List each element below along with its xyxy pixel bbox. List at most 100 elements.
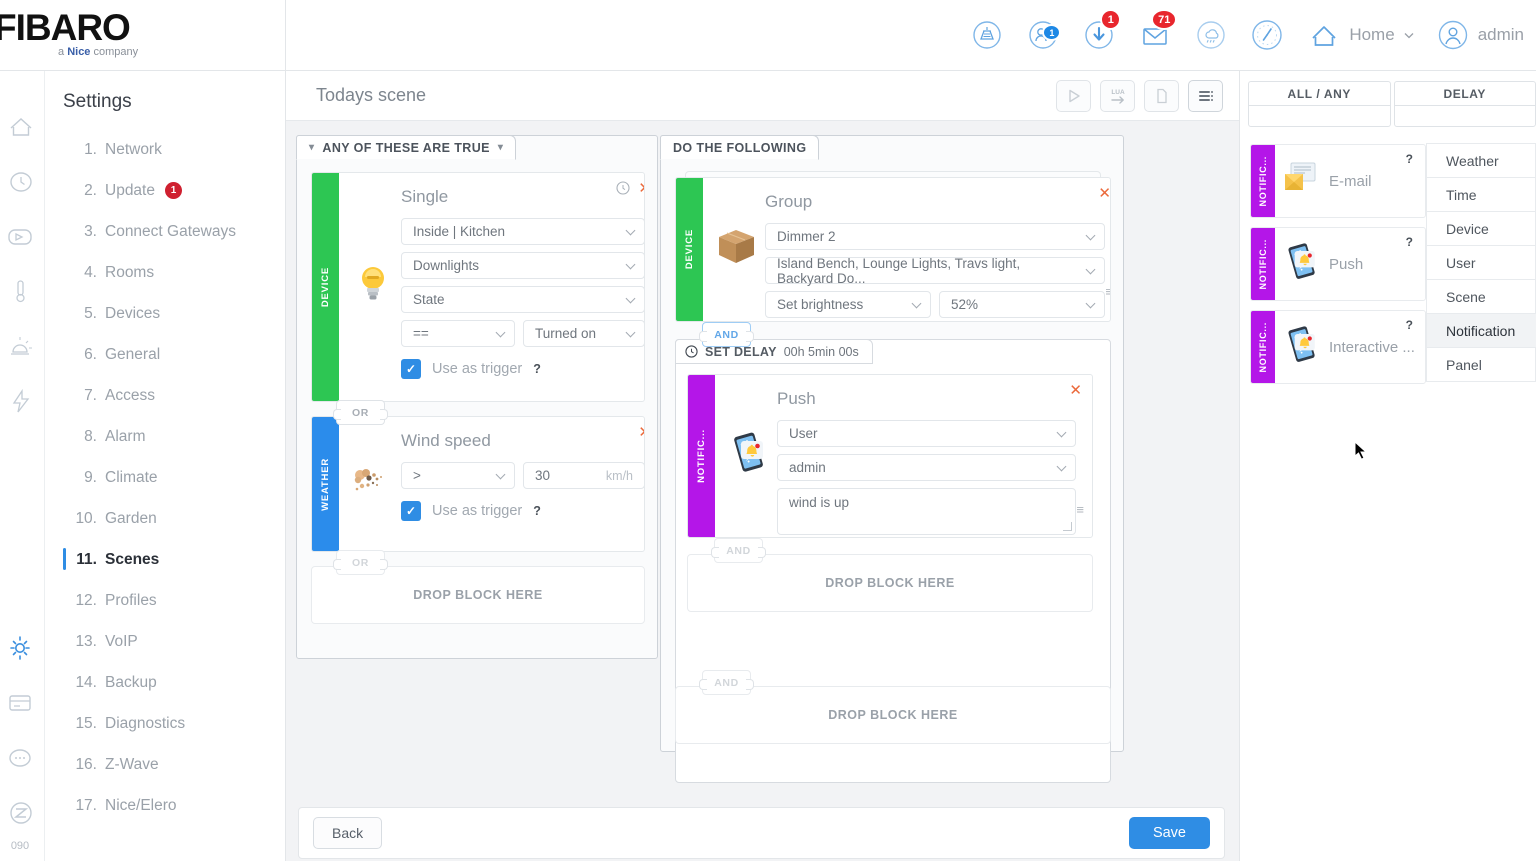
- download-badge: 1: [1100, 9, 1122, 30]
- lua-convert-button[interactable]: LUA: [1100, 79, 1135, 112]
- help-icon[interactable]: ?: [1406, 152, 1413, 166]
- sidebar-item-update[interactable]: 2. Update 1: [45, 170, 285, 211]
- siren-icon[interactable]: [5, 319, 39, 374]
- alarm-siren-icon[interactable]: [959, 12, 1015, 58]
- connector-and-1[interactable]: AND: [699, 322, 754, 347]
- property-select[interactable]: State: [401, 286, 644, 313]
- group-devices-select[interactable]: Island Bench, Lounge Lights, Travs light…: [765, 256, 1105, 286]
- palette-interactive[interactable]: NOTIFIC... Interactive ...?: [1250, 310, 1426, 384]
- menu-item-number: 17.: [75, 796, 97, 814]
- tab-delay[interactable]: DELAY: [1393, 81, 1536, 127]
- menu-item-label: Alarm: [105, 427, 146, 445]
- category-user[interactable]: User: [1426, 245, 1536, 280]
- close-icon[interactable]: ✕: [1098, 186, 1110, 201]
- category-panel[interactable]: Panel: [1426, 347, 1536, 382]
- sidebar-item-network[interactable]: 1. Network: [45, 129, 285, 170]
- wind-operator-select[interactable]: >: [401, 462, 515, 489]
- sidebar-item-general[interactable]: 6. General: [45, 334, 285, 375]
- sidebar-item-alarm[interactable]: 8. Alarm: [45, 416, 285, 457]
- category-device[interactable]: Device: [1426, 211, 1536, 246]
- user-menu[interactable]: admin: [1437, 19, 1524, 51]
- panel-icon[interactable]: [5, 675, 39, 730]
- close-icon[interactable]: ✕: [638, 181, 644, 196]
- category-scene[interactable]: Scene: [1426, 279, 1536, 314]
- sidebar-item-z-wave[interactable]: 16. Z-Wave: [45, 744, 285, 785]
- back-button[interactable]: Back: [313, 817, 383, 849]
- sidebar-item-diagnostics[interactable]: 15. Diagnostics: [45, 703, 285, 744]
- sidebar-item-access[interactable]: 7. Access: [45, 375, 285, 416]
- zwave-icon[interactable]: [5, 785, 39, 840]
- users-icon[interactable]: 1: [1015, 12, 1071, 58]
- use-as-trigger-checkbox[interactable]: ✓: [401, 501, 421, 521]
- home-selector[interactable]: Home: [1307, 20, 1414, 50]
- energy-icon[interactable]: [5, 374, 39, 429]
- menu-item-label: Access: [105, 386, 155, 404]
- sidebar-item-connect-gateways[interactable]: 3. Connect Gateways: [45, 211, 285, 252]
- close-icon[interactable]: ✕: [1069, 383, 1082, 398]
- climate-icon[interactable]: [1183, 12, 1239, 58]
- help-icon[interactable]: ?: [533, 504, 541, 518]
- push-message-input[interactable]: wind is up: [777, 488, 1076, 535]
- run-scene-button[interactable]: [1056, 79, 1091, 112]
- close-icon[interactable]: ✕: [638, 425, 644, 440]
- operand-select[interactable]: Turned on: [523, 320, 644, 347]
- sidebar-item-climate[interactable]: 9. Climate: [45, 457, 285, 498]
- drag-handle-icon[interactable]: ≡: [1076, 502, 1084, 517]
- operand-value: Turned on: [535, 326, 597, 341]
- drag-handle-icon[interactable]: ≡: [1105, 284, 1110, 299]
- help-icon[interactable]: ?: [1406, 235, 1413, 249]
- save-button[interactable]: Save: [1128, 817, 1210, 849]
- connector-or-1[interactable]: OR: [333, 400, 388, 425]
- sidebar-item-voip[interactable]: 13. VoIP: [45, 621, 285, 662]
- device-select[interactable]: Downlights: [401, 252, 644, 279]
- clock-icon: [685, 345, 698, 358]
- sidebar-item-backup[interactable]: 14. Backup: [45, 662, 285, 703]
- brand-logo[interactable]: FIBARO a Nice company: [0, 0, 286, 71]
- push-target-type-select[interactable]: User: [777, 420, 1076, 447]
- connector-or-2[interactable]: OR: [333, 550, 388, 575]
- fibaro-scene-editor: FIBARO a Nice company 1 1 71 Home admin …: [0, 0, 1536, 861]
- condition-block-device[interactable]: DEVICE ✕: [311, 172, 645, 402]
- tab-all-any[interactable]: ALL / ANY: [1248, 81, 1391, 127]
- gauge-icon[interactable]: [1239, 12, 1295, 58]
- operator-select[interactable]: ==: [401, 320, 515, 347]
- palette-push[interactable]: NOTIFIC... Push?: [1250, 227, 1426, 301]
- action-block-push[interactable]: NOTIFIC... ✕ Push User admin wind is up …: [687, 374, 1093, 538]
- sidebar-item-scenes[interactable]: 11. Scenes: [45, 539, 285, 580]
- thermometer-icon[interactable]: [5, 264, 39, 319]
- home-icon[interactable]: [5, 99, 39, 154]
- connector-and-3[interactable]: AND: [699, 670, 754, 695]
- actions-tab[interactable]: DO THE FOLLOWING: [660, 135, 820, 160]
- wind-value-input[interactable]: 30 km/h: [523, 462, 644, 489]
- group-brightness-select[interactable]: 52%: [939, 291, 1105, 318]
- palette-email[interactable]: NOTIFIC... E-mail?: [1250, 144, 1426, 218]
- sidebar-item-devices[interactable]: 5. Devices: [45, 293, 285, 334]
- download-icon[interactable]: 1: [1071, 9, 1127, 58]
- category-weather[interactable]: Weather: [1426, 143, 1536, 178]
- copy-scene-button[interactable]: [1144, 79, 1179, 112]
- sidebar-item-nice-elero[interactable]: 17. Nice/Elero: [45, 785, 285, 826]
- help-icon[interactable]: ?: [1406, 318, 1413, 332]
- condition-block-weather[interactable]: WEATHER ✕ W: [311, 416, 645, 552]
- room-select[interactable]: Inside | Kitchen: [401, 218, 644, 245]
- push-user-select[interactable]: admin: [777, 454, 1076, 481]
- mail-icon[interactable]: 71: [1127, 9, 1183, 58]
- sidebar-item-rooms[interactable]: 4. Rooms: [45, 252, 285, 293]
- clock-icon[interactable]: [616, 181, 630, 198]
- gear-icon[interactable]: [5, 620, 39, 675]
- category-notification[interactable]: Notification: [1426, 313, 1536, 348]
- use-as-trigger-checkbox[interactable]: ✓: [401, 359, 421, 379]
- group-action-select[interactable]: Set brightness: [765, 291, 931, 318]
- remote-icon[interactable]: [5, 209, 39, 264]
- conditions-tab[interactable]: ▾ ANY OF THESE ARE TRUE ▾: [296, 135, 517, 160]
- clock-icon[interactable]: [5, 154, 39, 209]
- scene-menu-button[interactable]: [1188, 79, 1223, 112]
- help-icon[interactable]: ?: [533, 362, 541, 376]
- voip-icon[interactable]: [5, 730, 39, 785]
- category-time[interactable]: Time: [1426, 177, 1536, 212]
- sidebar-item-profiles[interactable]: 12. Profiles: [45, 580, 285, 621]
- group-type-select[interactable]: Dimmer 2: [765, 223, 1105, 250]
- connector-and-2[interactable]: AND: [711, 538, 766, 563]
- action-block-group[interactable]: DEVICE ✕ Group Dimmer 2 Island Bench, Lo…: [675, 177, 1111, 322]
- sidebar-item-garden[interactable]: 10. Garden: [45, 498, 285, 539]
